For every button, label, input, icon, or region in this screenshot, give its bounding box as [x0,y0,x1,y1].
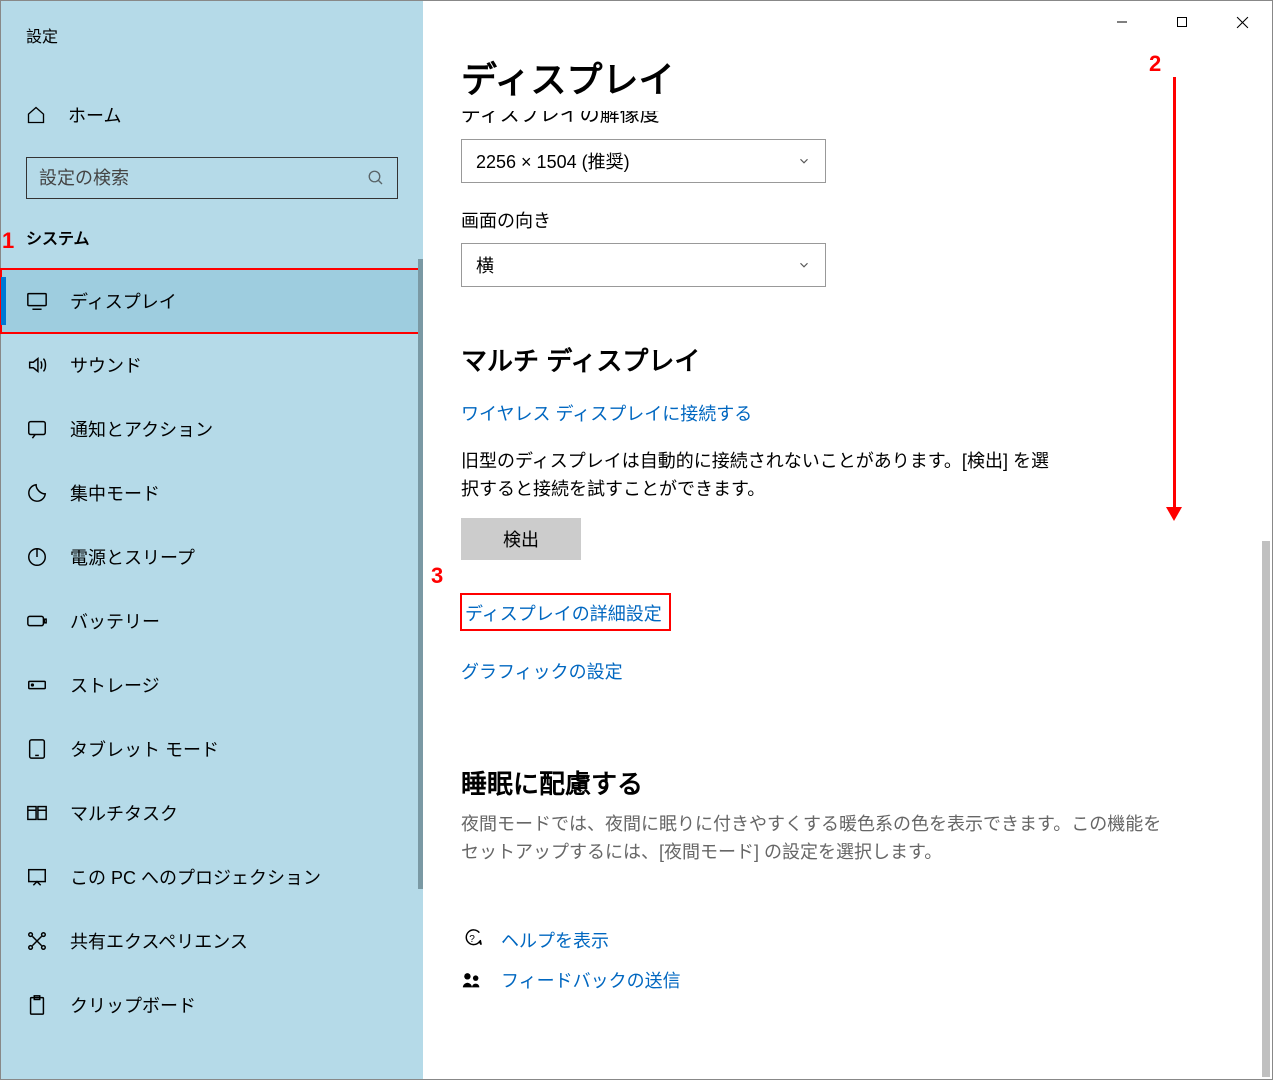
section-label: システム [1,199,423,259]
wireless-display-link[interactable]: ワイヤレス ディスプレイに接続する [461,400,752,426]
sidebar-item-label: マルチタスク [70,800,178,826]
advanced-display-link-box: ディスプレイの詳細設定 [461,594,670,630]
detect-text: 旧型のディスプレイは自動的に接続されないことがあります。[検出] を選択すると接… [461,448,1061,504]
sidebar-item-storage[interactable]: ストレージ [1,653,423,717]
search-icon [367,169,385,187]
clipboard-icon [26,994,48,1016]
sidebar-item-label: ストレージ [70,672,160,698]
sidebar-item-tablet[interactable]: タブレット モード [1,717,423,781]
sidebar-item-label: タブレット モード [70,736,219,762]
shared-icon [26,930,48,952]
sidebar-item-label: ディスプレイ [70,288,177,314]
app-title: 設定 [1,1,423,47]
graphics-settings-link[interactable]: グラフィックの設定 [461,658,623,684]
chevron-down-icon [797,258,811,272]
sidebar: 設定 ホーム システム ディスプレイ [1,1,423,1079]
power-icon [26,546,48,568]
maximize-button[interactable] [1152,1,1212,43]
search-input[interactable] [39,168,367,189]
sleep-heading: 睡眠に配慮する [461,764,1272,801]
advanced-display-link[interactable]: ディスプレイの詳細設定 [465,600,662,626]
sidebar-item-label: 通知とアクション [70,416,213,442]
storage-icon [26,674,48,696]
svg-text:?: ? [469,933,475,944]
orientation-dropdown[interactable]: 横 [461,243,826,287]
sidebar-item-projection[interactable]: この PC へのプロジェクション [1,845,423,909]
resolution-value: 2256 × 1504 (推奨) [476,148,630,174]
sidebar-item-label: バッテリー [70,608,160,634]
notifications-icon [26,418,48,440]
close-button[interactable] [1212,1,1272,43]
sleep-text: 夜間モードでは、夜間に眠りに付きやすくする暖色系の色を表示できます。この機能をセ… [461,811,1171,867]
titlebar-controls [1092,1,1272,43]
sidebar-item-multitask[interactable]: マルチタスク [1,781,423,845]
content-scrollbar[interactable] [1262,541,1270,1077]
sidebar-item-notifications[interactable]: 通知とアクション [1,397,423,461]
feedback-link[interactable]: フィードバックの送信 [501,967,681,993]
orientation-value: 横 [476,252,494,278]
annotation-arrow-head [1166,507,1182,521]
feedback-row[interactable]: フィードバックの送信 [461,967,1272,993]
sidebar-nav: ディスプレイ サウンド 通知とアクション 集中モード [1,269,423,1037]
sidebar-home[interactable]: ホーム [1,95,423,135]
main-panel: ディスプレイ ディスプレイの解像度 2256 × 1504 (推奨) 画面の向き… [423,1,1272,1079]
resolution-dropdown[interactable]: 2256 × 1504 (推奨) [461,139,826,183]
sound-icon [26,354,48,376]
search-box[interactable] [26,157,398,199]
display-icon [26,290,48,312]
help-row[interactable]: ? ヘルプを表示 [461,927,1272,953]
sidebar-item-focus[interactable]: 集中モード [1,461,423,525]
sidebar-item-sound[interactable]: サウンド [1,333,423,397]
sidebar-item-power[interactable]: 電源とスリープ [1,525,423,589]
home-label: ホーム [68,102,121,128]
sidebar-item-label: この PC へのプロジェクション [70,864,321,890]
detect-button[interactable]: 検出 [461,518,581,560]
help-link[interactable]: ヘルプを表示 [501,927,609,953]
sidebar-item-shared[interactable]: 共有エクスペリエンス [1,909,423,973]
help-icon: ? [461,929,483,951]
focus-icon [26,482,48,504]
sidebar-item-battery[interactable]: バッテリー [1,589,423,653]
sidebar-item-label: サウンド [70,352,142,378]
minimize-button[interactable] [1092,1,1152,43]
sidebar-item-label: 集中モード [70,480,160,506]
annotation-3: 3 [431,563,443,589]
resolution-label-cut: ディスプレイの解像度 [461,111,1272,129]
sidebar-item-clipboard[interactable]: クリップボード [1,973,423,1037]
annotation-2: 2 [1149,51,1161,77]
annotation-arrow-line [1173,77,1176,507]
sidebar-item-label: 電源とスリープ [70,544,195,570]
sidebar-item-label: クリップボード [70,992,196,1018]
chevron-down-icon [797,154,811,168]
tablet-icon [26,738,48,760]
annotation-1: 1 [2,228,14,254]
sidebar-item-label: 共有エクスペリエンス [70,928,248,954]
multi-display-heading: マルチ ディスプレイ [461,341,1272,378]
feedback-icon [461,969,483,991]
orientation-label: 画面の向き [461,207,1272,233]
settings-window: 設定 ホーム システム ディスプレイ [0,0,1273,1080]
multitask-icon [26,802,48,824]
sidebar-item-display[interactable]: ディスプレイ [1,269,423,333]
home-icon [26,105,46,125]
projection-icon [26,866,48,888]
battery-icon [26,610,48,632]
